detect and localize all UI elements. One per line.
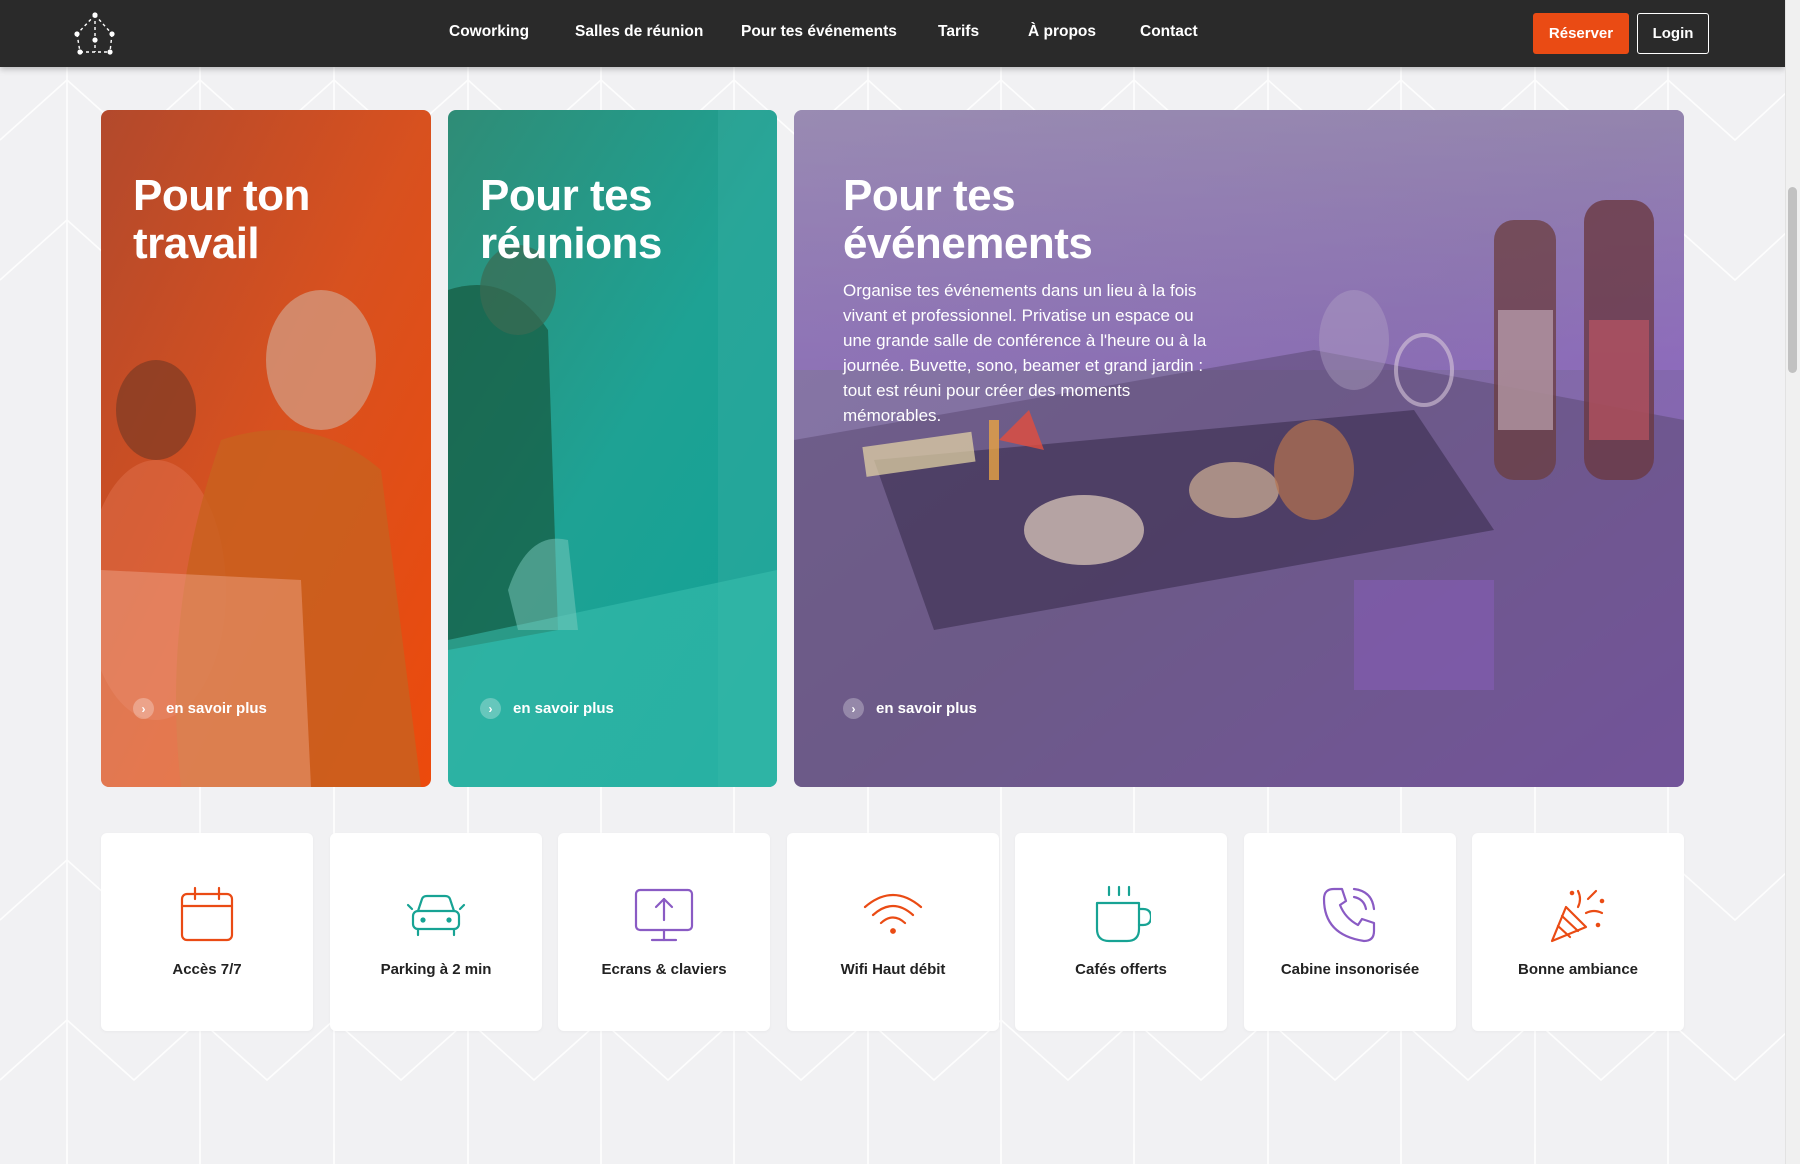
phone-icon xyxy=(1322,887,1376,943)
feature-ambiance: Bonne ambiance xyxy=(1472,833,1684,1031)
nav-contact[interactable]: Contact xyxy=(1140,23,1198,41)
feature-cafes: Cafés offerts xyxy=(1015,833,1227,1031)
chevron-right-icon: › xyxy=(133,698,154,719)
card-evenements-title-line2: événements xyxy=(843,219,1093,268)
nav-tarifs[interactable]: Tarifs xyxy=(938,23,979,41)
card-reunions-title: Pour tes réunions xyxy=(480,172,662,268)
reserve-button[interactable]: Réserver xyxy=(1533,13,1629,54)
feature-label: Parking à 2 min xyxy=(380,961,492,978)
desc-line-3: une grande salle de conférence à l'heure… xyxy=(843,331,1207,350)
card-evenements-more-label: en savoir plus xyxy=(876,700,977,717)
card-reunions-more-link[interactable]: › en savoir plus xyxy=(480,698,614,719)
nav-salles-de-reunion[interactable]: Salles de réunion xyxy=(575,23,703,41)
feature-label: Ecrans & claviers xyxy=(601,961,727,978)
card-travail[interactable]: Pour ton travail › en savoir plus xyxy=(101,110,431,787)
card-evenements[interactable]: Pour tes événements Organise tes événemen… xyxy=(794,110,1684,787)
party-popper-icon xyxy=(1550,889,1605,943)
feature-cabine: Cabine insonorisée xyxy=(1244,833,1456,1031)
desc-line-1: Organise tes événements dans un lieu à l… xyxy=(843,281,1197,300)
feature-label: Bonne ambiance xyxy=(1517,961,1639,978)
card-evenements-title: Pour tes événements xyxy=(843,171,1093,268)
login-button[interactable]: Login xyxy=(1637,13,1709,54)
card-reunions-title-line1: Pour tes xyxy=(480,171,653,220)
chevron-right-icon: › xyxy=(480,698,501,719)
card-reunions[interactable]: Pour tes réunions › en savoir plus xyxy=(448,110,777,787)
feature-label: Cabine insonorisée xyxy=(1280,961,1420,978)
page-scrollbar[interactable] xyxy=(1785,0,1800,1164)
desc-line-5: tout est réuni pour créer des moments xyxy=(843,381,1131,400)
scrollbar-thumb[interactable] xyxy=(1788,187,1797,373)
coffee-icon xyxy=(1095,885,1151,943)
card-evenements-description: Organise tes événements dans un lieu à l… xyxy=(843,278,1206,428)
calendar-icon xyxy=(180,886,234,942)
feature-label: Accès 7/7 xyxy=(172,961,242,978)
desc-line-6: mémorables. xyxy=(843,406,942,425)
top-navbar: Coworking Salles de réunion Pour tes évé… xyxy=(0,0,1785,67)
feature-label: Cafés offerts xyxy=(1075,961,1167,978)
feature-acces: Accès 7/7 xyxy=(101,833,313,1031)
card-evenements-title-line1: Pour tes xyxy=(843,171,1016,220)
card-reunions-title-line2: réunions xyxy=(480,219,662,268)
wifi-icon xyxy=(863,894,923,934)
feature-wifi: Wifi Haut débit xyxy=(787,833,999,1031)
nav-evenements[interactable]: Pour tes événements xyxy=(741,23,897,41)
card-travail-more-link[interactable]: › en savoir plus xyxy=(133,698,267,719)
card-reunions-more-label: en savoir plus xyxy=(513,700,614,717)
card-travail-title-line2: travail xyxy=(133,219,260,268)
chevron-right-icon: › xyxy=(843,698,864,719)
car-icon xyxy=(406,894,466,937)
card-travail-title-line1: Pour ton xyxy=(133,171,310,220)
feature-label: Wifi Haut débit xyxy=(840,961,946,978)
desc-line-2: vivant et professionnel. Privatise un es… xyxy=(843,306,1194,325)
card-travail-more-label: en savoir plus xyxy=(166,700,267,717)
feature-ecrans: Ecrans & claviers xyxy=(558,833,770,1031)
desc-line-4: journée. Buvette, sono, beamer et grand … xyxy=(843,356,1204,375)
nav-coworking[interactable]: Coworking xyxy=(449,23,529,41)
card-travail-title: Pour ton travail xyxy=(133,172,310,268)
nav-a-propos[interactable]: À propos xyxy=(1028,23,1096,41)
logo-icon[interactable] xyxy=(72,12,118,56)
feature-parking: Parking à 2 min xyxy=(330,833,542,1031)
card-evenements-more-link[interactable]: › en savoir plus xyxy=(843,698,977,719)
monitor-icon xyxy=(634,888,694,942)
